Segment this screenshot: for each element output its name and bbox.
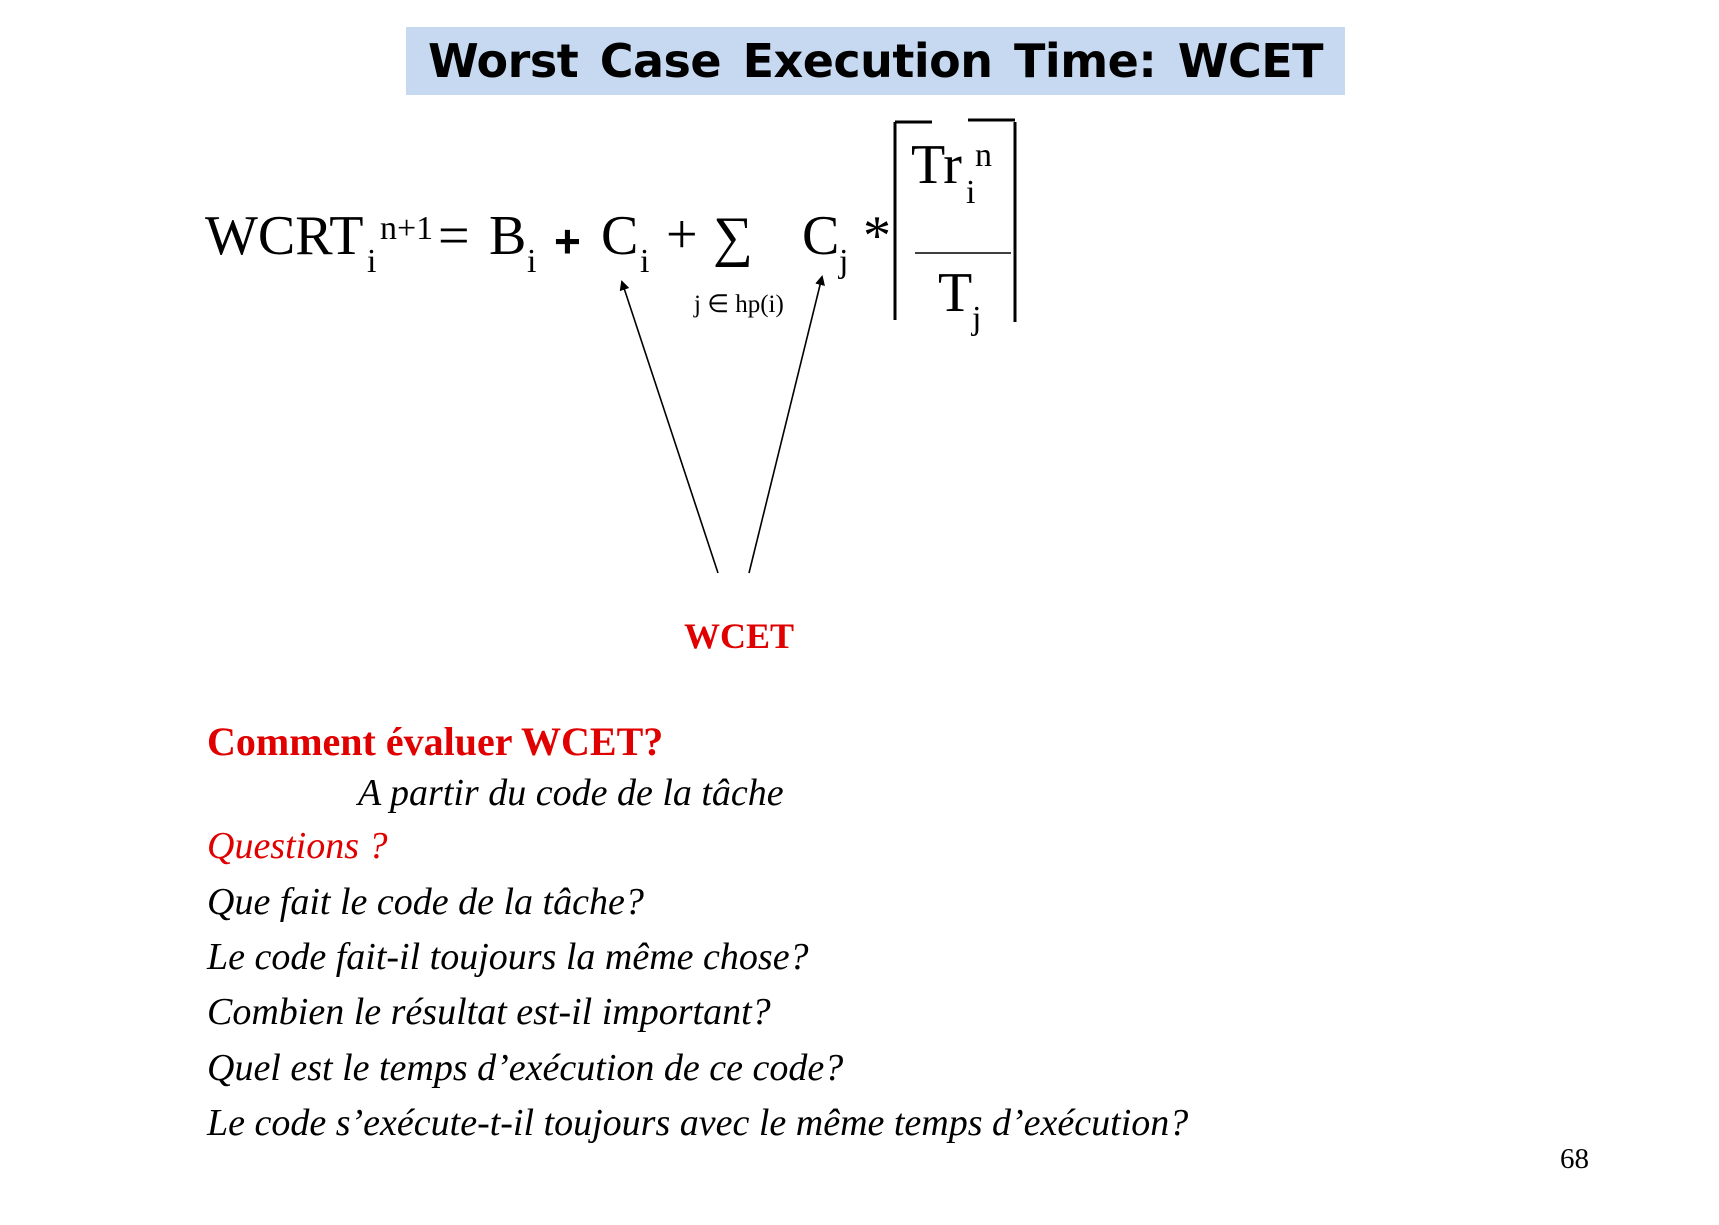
questions-subheading: Questions ? (207, 825, 388, 867)
page-number: 68 (1560, 1143, 1589, 1175)
wcet-label: WCET (684, 616, 795, 656)
ceiling-bracket (893, 118, 1017, 322)
arrow-to-cj (748, 275, 825, 574)
questions-heading: Comment évaluer WCET? (207, 719, 664, 764)
questions-answer: A partir du code de la tâche (358, 772, 784, 814)
arrow-to-ci (619, 280, 719, 574)
formula-graphics (619, 118, 1017, 574)
question-item: Le code s’exécute-t-il toujours avec le … (207, 1102, 1189, 1144)
question-item: Que fait le code de la tâche? (207, 881, 644, 923)
question-item: Le code fait-il toujours la même chose? (207, 936, 809, 978)
question-item: Combien le résultat est-il important? (207, 991, 771, 1033)
question-item: Quel est le temps d’exécution de ce code… (207, 1047, 844, 1089)
